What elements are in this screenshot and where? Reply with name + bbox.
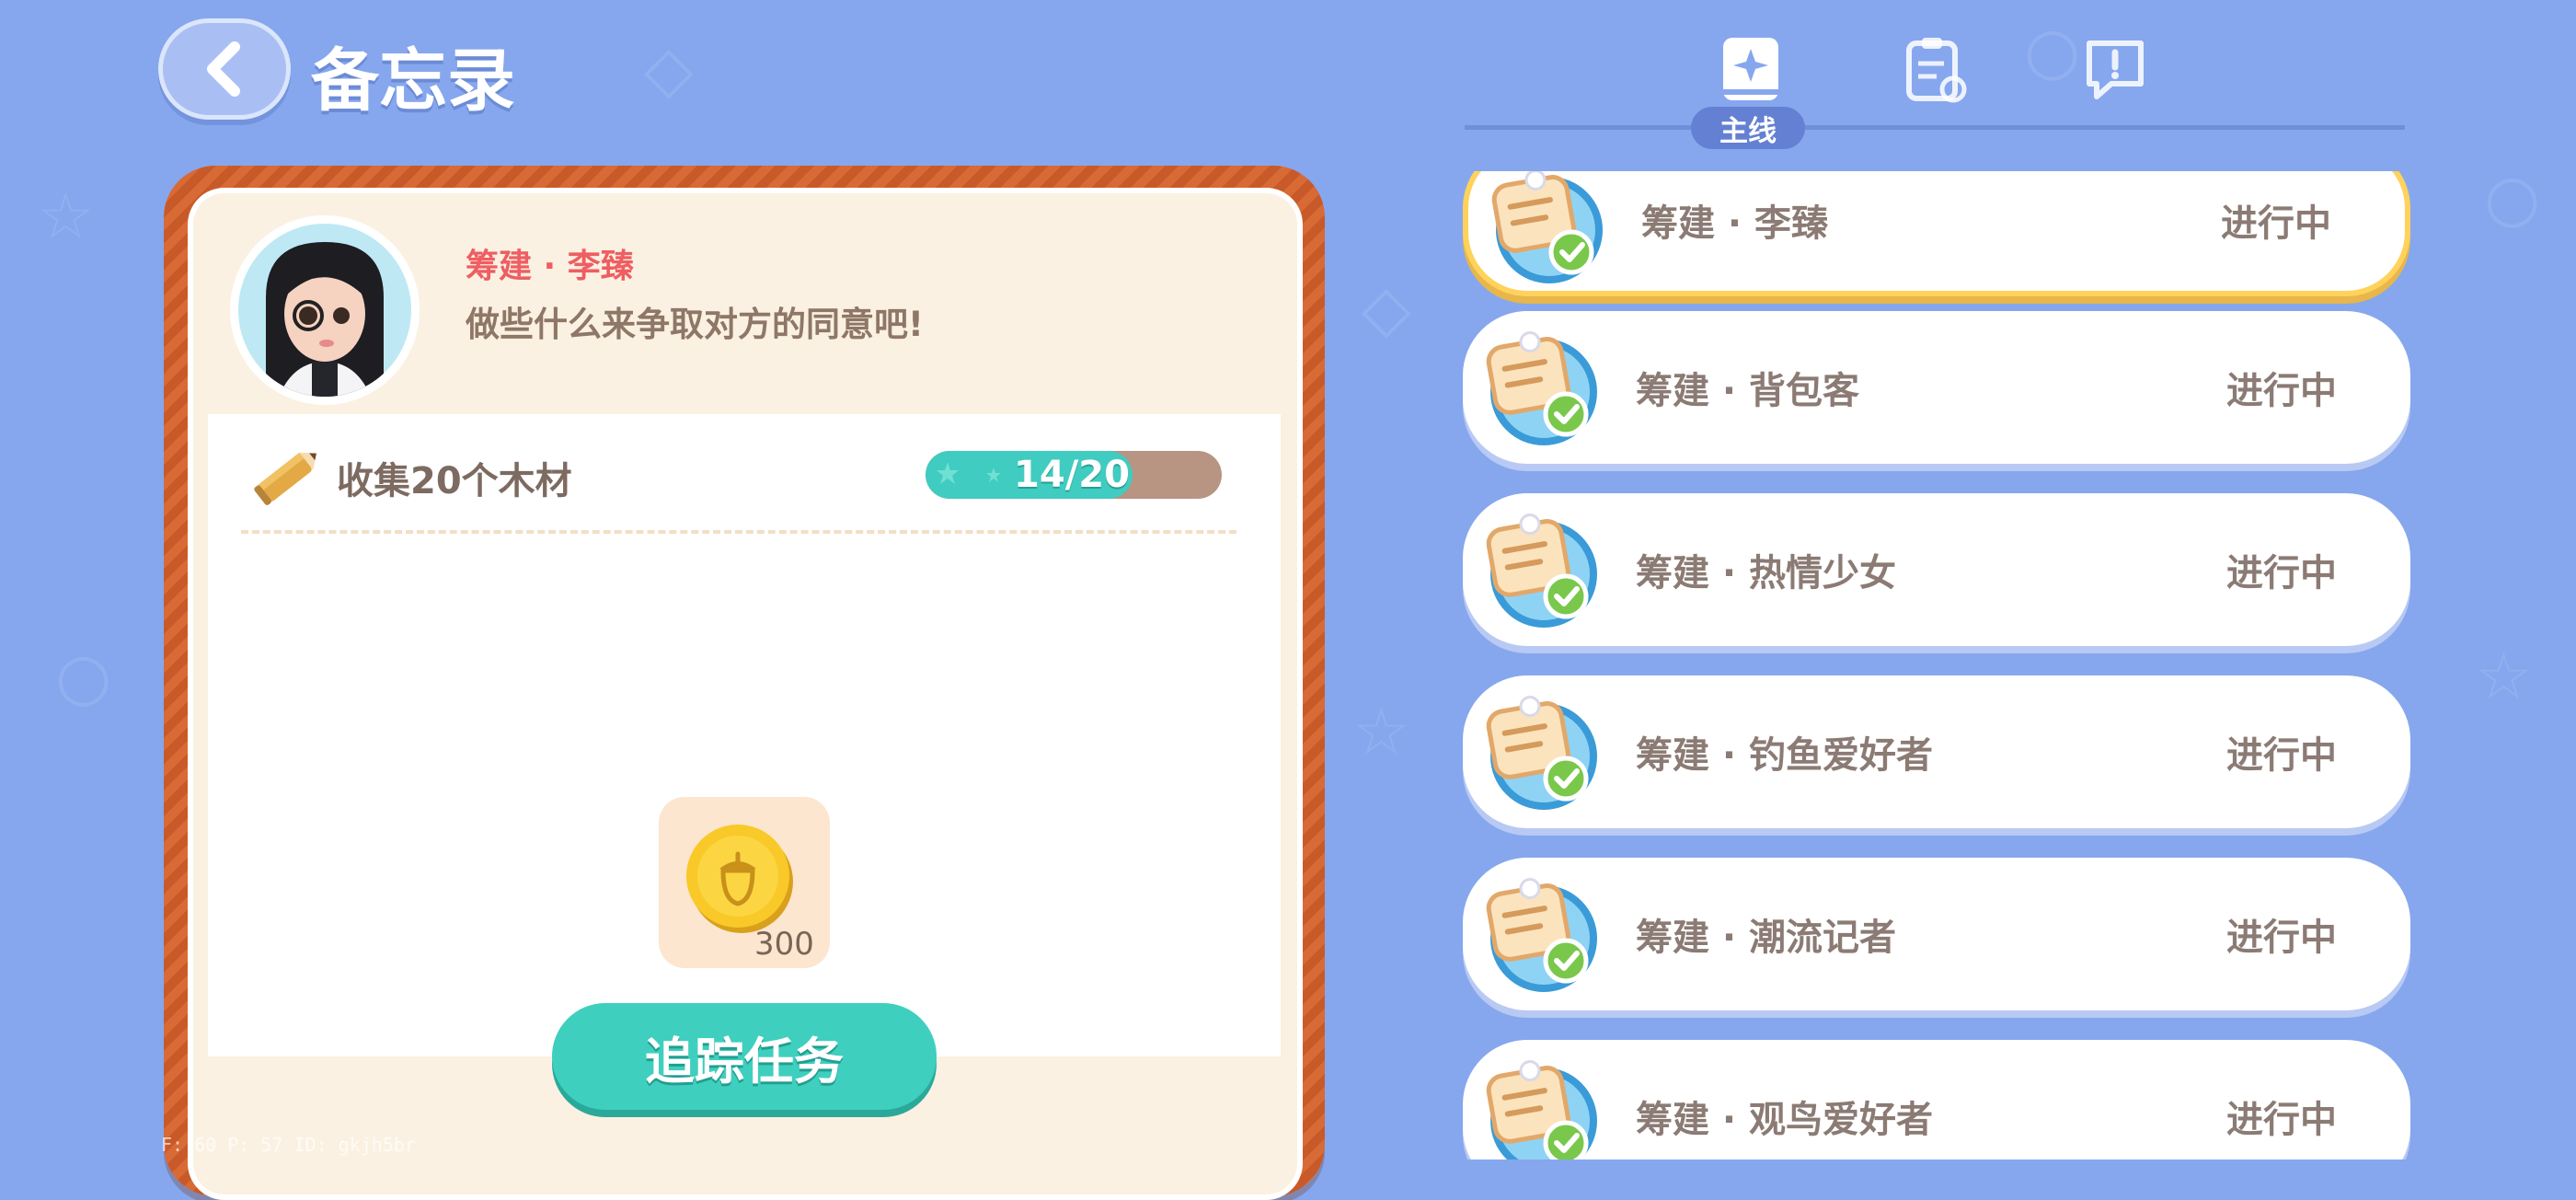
clipboard-refresh-icon [1906,38,1967,103]
tab-feedback[interactable] [2074,28,2156,110]
quest-list-item[interactable]: 筹建 · 钓鱼爱好者 进行中 [1463,675,2410,828]
quest-list-item-status: 进行中 [2226,552,2337,594]
quest-note-icon [1486,878,1597,992]
back-arrow-icon [207,41,240,97]
quest-list-item[interactable]: 筹建 · 热情少女 进行中 [1463,493,2410,646]
quest-description: 做些什么来争取对方的同意吧! [466,305,924,344]
tabs-divider [1465,125,2405,130]
reward-count: 300 [754,926,814,963]
tab-clipboard[interactable] [1893,28,1976,110]
quest-list-item[interactable]: 筹建 · 观鸟爱好者 进行中 [1463,1040,2410,1160]
quest-list-item[interactable]: 筹建 · 李臻 进行中 [1463,171,2410,296]
quest-note-icon [1486,696,1597,810]
task-progress-label: 14/20 [1014,454,1130,496]
quest-list-item-name: 筹建 · 背包客 [1636,370,1860,412]
tab-main-quest-label: 主线 [1691,107,1805,149]
quest-list-item-name: 筹建 · 观鸟爱好者 [1636,1099,1934,1141]
quest-list-item[interactable]: 筹建 · 潮流记者 进行中 [1463,858,2410,1010]
quest-note-icon [1486,331,1597,445]
main-quest-book-icon [1723,38,1778,100]
feedback-bubble-icon [2087,40,2144,99]
quest-list-item-status: 进行中 [2226,734,2337,777]
back-button[interactable] [158,18,291,120]
npc-name: 筹建 · 李臻 [466,248,634,285]
acorn-coin-icon [686,825,793,933]
pencil-icon [254,452,316,505]
quest-note-icon [1491,171,1603,283]
npc-portrait-icon [238,224,411,397]
quest-list-item-status: 进行中 [2221,202,2331,245]
quest-list-item-status: 进行中 [2226,370,2337,412]
quest-note-icon [1486,1060,1597,1160]
quest-list-item-status: 进行中 [2226,917,2337,959]
quest-list-item[interactable]: 筹建 · 背包客 进行中 [1463,311,2410,464]
track-quest-button[interactable]: 追踪任务 [552,1003,937,1110]
quest-list-item-name: 筹建 · 热情少女 [1636,552,1897,594]
npc-avatar [230,215,420,405]
task-text: 收集20个木材 [337,460,572,502]
page-title: 备忘录 [311,41,515,121]
quest-list-item-name: 筹建 · 钓鱼爱好者 [1636,734,1934,777]
quest-list-item-status: 进行中 [2226,1099,2337,1141]
quest-list[interactable]: 筹建 · 李臻 进行中 筹建 · 背包客 进行中 筹建 · 热情少女 进行中 筹建 · 钓鱼… [1454,171,2429,1160]
quest-note-icon [1486,513,1597,628]
quest-list-item-name: 筹建 · 李臻 [1641,202,1829,245]
tab-main-quest[interactable] [1709,28,1792,110]
task-divider [241,530,1236,534]
debug-info: F: 60 P: 57 ID: gkjh5br [161,1134,416,1156]
quest-list-item-name: 筹建 · 潮流记者 [1636,917,1897,959]
